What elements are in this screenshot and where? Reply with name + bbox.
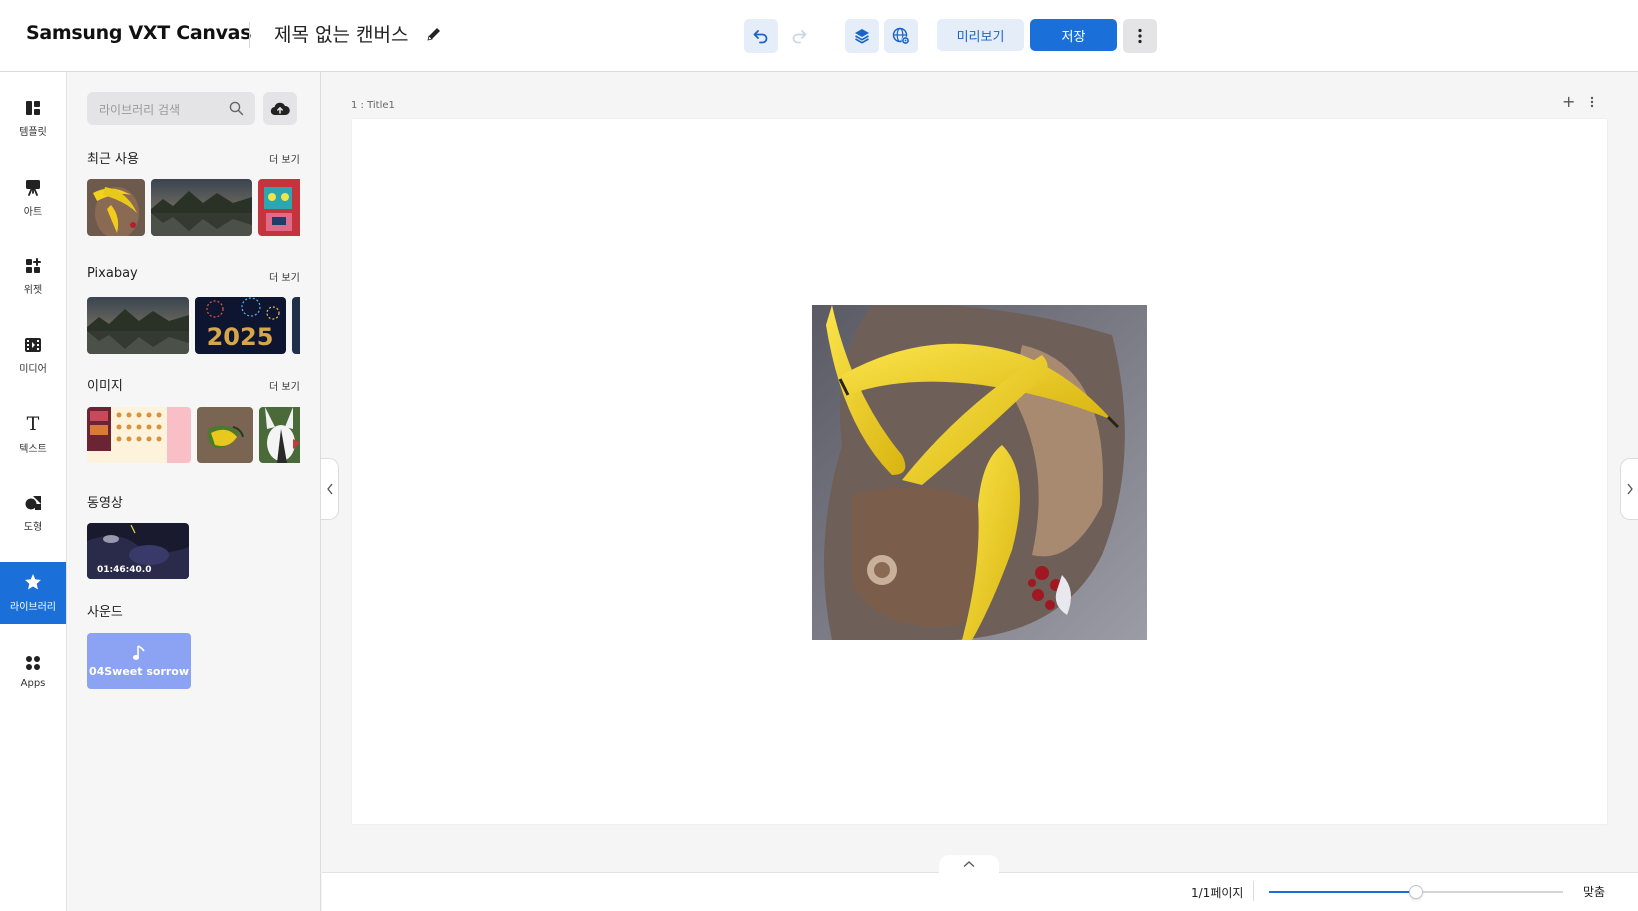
- divider: [1253, 881, 1254, 901]
- divider: [249, 22, 250, 48]
- video-duration: 01:46:40.0: [97, 565, 152, 575]
- sound-track-name: 04Sweet sorrow: [88, 664, 190, 678]
- save-button[interactable]: 저장: [1030, 19, 1117, 51]
- undo-button[interactable]: [744, 19, 778, 53]
- pixabay-thumb-partial[interactable]: [292, 297, 300, 354]
- pixabay-thumb-lake[interactable]: [87, 297, 189, 354]
- recent-thumb-robot[interactable]: [258, 179, 300, 236]
- globe-gear-icon: [892, 27, 910, 45]
- svg-text:2025: 2025: [207, 323, 274, 351]
- nav-label: 라이브러리: [10, 602, 56, 613]
- brand-logo: Samsung VXT Canvas: [26, 22, 252, 44]
- redo-button[interactable]: [782, 19, 816, 53]
- globe-settings-button[interactable]: [884, 19, 918, 53]
- kebab-menu-icon: [1138, 28, 1142, 44]
- music-note-icon: [133, 644, 145, 660]
- nav-item-library[interactable]: 라이브러리: [0, 562, 66, 624]
- nav-item-widget[interactable]: 위젯: [0, 246, 66, 308]
- pencil-icon[interactable]: [426, 26, 442, 42]
- canvas-image-banana[interactable]: [812, 305, 1147, 640]
- nav-label: 도형: [23, 522, 43, 533]
- document-title[interactable]: 제목 없는 캔버스: [274, 20, 408, 47]
- nav-item-apps[interactable]: Apps: [0, 641, 66, 703]
- recent-thumb-lake[interactable]: [151, 179, 252, 236]
- nav-label: 텍스트: [19, 444, 47, 455]
- apps-icon: [26, 656, 40, 670]
- widget-icon: [26, 258, 41, 273]
- collapse-left-panel-button[interactable]: [321, 458, 339, 520]
- cloud-upload-icon: [270, 102, 290, 115]
- page-more-icon[interactable]: [1590, 96, 1594, 108]
- chevron-up-icon: [963, 861, 975, 867]
- library-search-input[interactable]: 라이브러리 검색: [87, 92, 255, 125]
- top-bar: Samsung VXT Canvas 제목 없는 캔버스 미리보기 저장: [0, 0, 1638, 72]
- zoom-slider-handle[interactable]: [1409, 885, 1423, 899]
- page-label[interactable]: 1 : Title1: [351, 100, 395, 111]
- section-title-pixabay: Pixabay: [87, 266, 138, 281]
- nav-label: 템플릿: [19, 127, 47, 138]
- pixabay-more-link[interactable]: 더 보기: [269, 269, 300, 284]
- nav-item-shape[interactable]: 도형: [0, 483, 66, 545]
- expand-right-panel-button[interactable]: [1620, 458, 1638, 520]
- images-thumb-banana[interactable]: [197, 407, 253, 463]
- undo-icon: [753, 30, 768, 44]
- template-icon: [26, 101, 40, 115]
- preview-button[interactable]: 미리보기: [937, 19, 1024, 51]
- images-thumb-menu[interactable]: [87, 407, 191, 463]
- zoom-slider-fill: [1269, 891, 1416, 893]
- chevron-left-icon: [326, 483, 333, 495]
- sound-card[interactable]: 04Sweet sorrow: [87, 633, 191, 689]
- add-page-icon[interactable]: +: [1562, 94, 1575, 110]
- layers-icon: [855, 29, 869, 44]
- section-title-video: 동영상: [87, 496, 123, 511]
- layers-button[interactable]: [845, 19, 879, 53]
- nav-item-text[interactable]: T 텍스트: [0, 404, 66, 466]
- media-icon: [25, 338, 41, 352]
- page-count[interactable]: 1/1페이지: [1191, 884, 1243, 901]
- search-icon[interactable]: [229, 101, 244, 116]
- chevron-right-icon: [1626, 483, 1633, 495]
- nav-label: 위젯: [23, 285, 43, 296]
- nav-item-art[interactable]: 아트: [0, 167, 66, 229]
- images-more-link[interactable]: 더 보기: [269, 378, 300, 393]
- side-nav: 템플릿 아트 위젯 미디어 T 텍스트 도형 라이브러리 Apps: [0, 72, 67, 911]
- more-options-button[interactable]: [1123, 19, 1157, 53]
- section-title-sound: 사운드: [87, 605, 123, 620]
- star-icon: [25, 574, 41, 590]
- section-title-recent: 최근 사용: [87, 152, 139, 167]
- upload-button[interactable]: [263, 92, 297, 125]
- expand-pages-button[interactable]: [939, 855, 999, 873]
- images-thumb-animal[interactable]: [259, 407, 300, 463]
- recent-more-link[interactable]: 더 보기: [269, 151, 300, 166]
- pixabay-thumb-fireworks[interactable]: 2025: [195, 297, 286, 354]
- search-placeholder: 라이브러리 검색: [99, 103, 181, 117]
- library-panel: 라이브러리 검색 최근 사용 더 보기 Pixabay 더 보기 2025 이미…: [67, 72, 321, 911]
- zoom-fit-button[interactable]: 맞춤: [1583, 883, 1605, 900]
- recent-thumb-banana[interactable]: [87, 179, 145, 236]
- text-icon: T: [26, 413, 40, 435]
- nav-label: 미디어: [19, 364, 47, 375]
- zoom-slider[interactable]: [1269, 885, 1563, 899]
- nav-label: 아트: [23, 206, 43, 218]
- shape-icon: [25, 496, 41, 510]
- nav-label: Apps: [20, 678, 46, 689]
- nav-item-media[interactable]: 미디어: [0, 325, 66, 387]
- redo-icon: [792, 30, 807, 44]
- section-title-images: 이미지: [87, 379, 123, 394]
- art-easel-icon: [26, 179, 40, 196]
- video-thumb[interactable]: 01:46:40.0: [87, 523, 189, 579]
- nav-item-template[interactable]: 템플릿: [0, 88, 66, 150]
